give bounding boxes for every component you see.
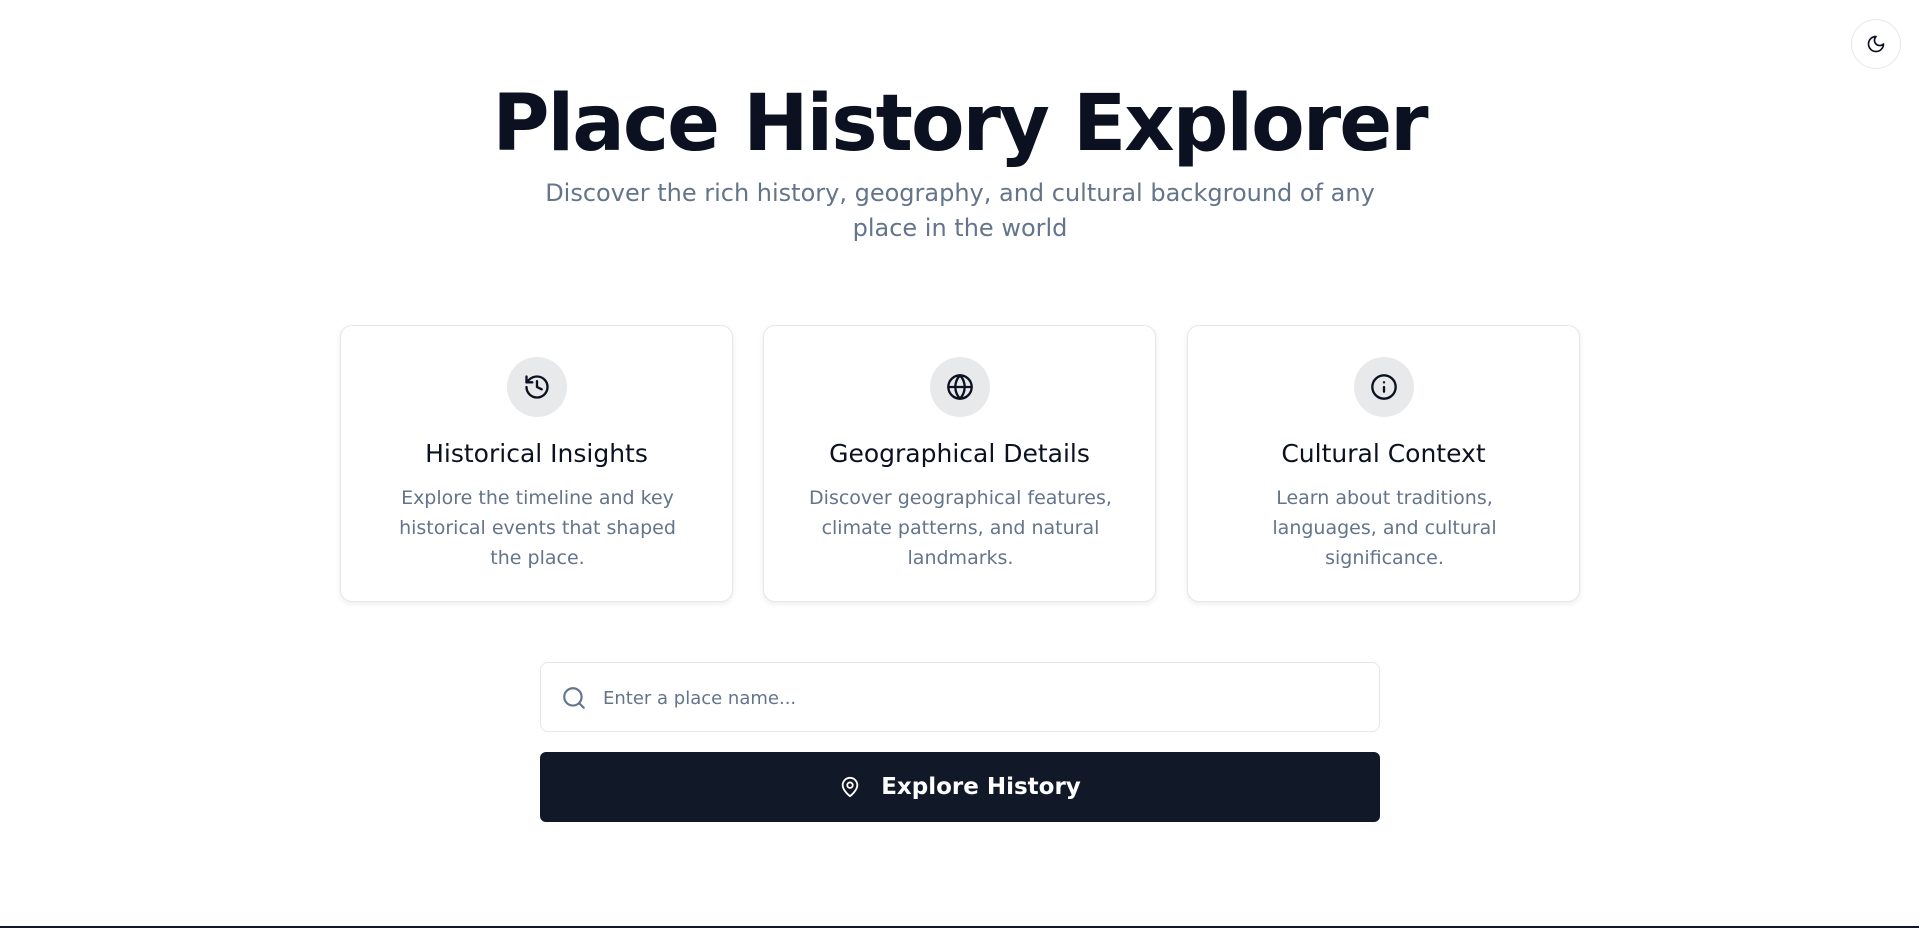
page-title: Place History Explorer [492,79,1428,169]
feature-description: Explore the timeline and key historical … [399,487,676,569]
feature-card-geographical: Geographical Details Discover geographic… [763,325,1156,602]
explore-history-button[interactable]: Explore History [540,752,1380,822]
explore-button-label: Explore History [881,774,1081,800]
map-pin-icon [841,776,859,798]
history-icon [525,375,549,399]
feature-card-historical: Historical Insights Explore the timeline… [340,325,733,602]
history-icon-wrapper [507,357,567,417]
feature-card-cultural: Cultural Context Learn about traditions,… [1187,325,1580,602]
info-icon-wrapper [1354,357,1414,417]
search-icon [563,687,585,709]
place-search-input[interactable] [601,663,1365,733]
feature-description: Learn about traditions, languages, and c… [1272,487,1497,569]
feature-title: Historical Insights [425,439,648,468]
theme-toggle-button[interactable] [1851,19,1901,69]
moon-icon [1867,35,1885,53]
globe-icon-wrapper [930,357,990,417]
feature-cards: Historical Insights Explore the timeline… [340,325,1580,602]
feature-description: Discover geographical features, climate … [809,487,1112,569]
search-field [540,662,1380,733]
info-icon [1371,374,1397,400]
page-subtitle: Discover the rich history, geography, an… [545,179,1375,242]
page: Place History Explorer Discover the rich… [0,0,1919,928]
feature-title: Geographical Details [829,439,1090,468]
globe-icon [947,374,973,400]
feature-title: Cultural Context [1281,439,1486,468]
